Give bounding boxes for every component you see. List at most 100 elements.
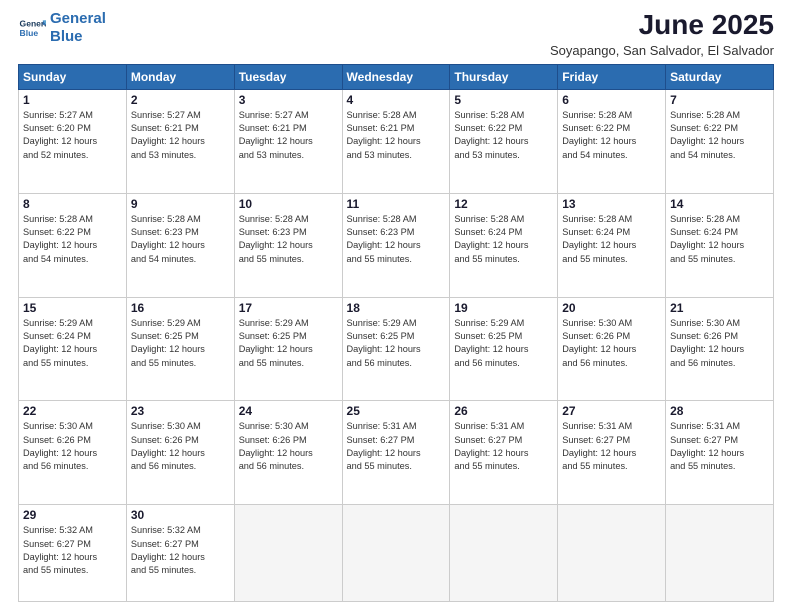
table-row [450, 505, 558, 602]
day-number: 10 [239, 197, 338, 211]
day-number: 23 [131, 404, 230, 418]
day-info: Sunrise: 5:29 AM Sunset: 6:25 PM Dayligh… [347, 317, 446, 370]
day-info: Sunrise: 5:30 AM Sunset: 6:26 PM Dayligh… [670, 317, 769, 370]
day-info: Sunrise: 5:29 AM Sunset: 6:25 PM Dayligh… [239, 317, 338, 370]
table-row: 29 Sunrise: 5:32 AM Sunset: 6:27 PM Dayli… [19, 505, 127, 602]
col-friday: Friday [558, 64, 666, 89]
day-number: 19 [454, 301, 553, 315]
table-row: 10 Sunrise: 5:28 AM Sunset: 6:23 PM Dayli… [234, 193, 342, 297]
day-number: 15 [23, 301, 122, 315]
day-info: Sunrise: 5:28 AM Sunset: 6:23 PM Dayligh… [239, 213, 338, 266]
day-info: Sunrise: 5:28 AM Sunset: 6:22 PM Dayligh… [562, 109, 661, 162]
table-row: 25 Sunrise: 5:31 AM Sunset: 6:27 PM Dayli… [342, 401, 450, 505]
table-row [234, 505, 342, 602]
day-info: Sunrise: 5:28 AM Sunset: 6:23 PM Dayligh… [347, 213, 446, 266]
day-info: Sunrise: 5:28 AM Sunset: 6:24 PM Dayligh… [562, 213, 661, 266]
day-number: 28 [670, 404, 769, 418]
table-row: 17 Sunrise: 5:29 AM Sunset: 6:25 PM Dayli… [234, 297, 342, 401]
calendar-table: Sunday Monday Tuesday Wednesday Thursday… [18, 64, 774, 602]
day-info: Sunrise: 5:28 AM Sunset: 6:22 PM Dayligh… [670, 109, 769, 162]
table-row: 4Sunrise: 5:28 AM Sunset: 6:21 PM Daylig… [342, 89, 450, 193]
table-row: 7Sunrise: 5:28 AM Sunset: 6:22 PM Daylig… [666, 89, 774, 193]
table-row: 6 Sunrise: 5:28 AM Sunset: 6:22 PM Daylig… [558, 89, 666, 193]
day-number: 4 [347, 93, 446, 107]
day-number: 29 [23, 508, 122, 522]
logo: General Blue General Blue [18, 10, 106, 46]
day-number: 6 [562, 93, 661, 107]
col-wednesday: Wednesday [342, 64, 450, 89]
day-number: 30 [131, 508, 230, 522]
day-number: 9 [131, 197, 230, 211]
day-info: Sunrise: 5:30 AM Sunset: 6:26 PM Dayligh… [239, 420, 338, 473]
table-row [342, 505, 450, 602]
table-row: 15 Sunrise: 5:29 AM Sunset: 6:24 PM Dayli… [19, 297, 127, 401]
day-number: 16 [131, 301, 230, 315]
day-number: 18 [347, 301, 446, 315]
table-row: 11Sunrise: 5:28 AM Sunset: 6:23 PM Dayli… [342, 193, 450, 297]
day-number: 17 [239, 301, 338, 315]
table-row: 2 Sunrise: 5:27 AM Sunset: 6:21 PM Daylig… [126, 89, 234, 193]
day-number: 8 [23, 197, 122, 211]
day-number: 14 [670, 197, 769, 211]
day-number: 5 [454, 93, 553, 107]
title-block: June 2025 Soyapango, San Salvador, El Sa… [550, 10, 774, 58]
title-month: June 2025 [550, 10, 774, 41]
logo-icon: General Blue [18, 14, 46, 42]
day-number: 2 [131, 93, 230, 107]
table-row: 27 Sunrise: 5:31 AM Sunset: 6:27 PM Dayli… [558, 401, 666, 505]
col-sunday: Sunday [19, 64, 127, 89]
day-number: 25 [347, 404, 446, 418]
calendar-header-row: Sunday Monday Tuesday Wednesday Thursday… [19, 64, 774, 89]
table-row: 8 Sunrise: 5:28 AM Sunset: 6:22 PM Daylig… [19, 193, 127, 297]
table-row [558, 505, 666, 602]
table-row: 22 Sunrise: 5:30 AM Sunset: 6:26 PM Dayli… [19, 401, 127, 505]
logo-text: General Blue [50, 10, 106, 46]
day-number: 24 [239, 404, 338, 418]
day-number: 21 [670, 301, 769, 315]
day-info: Sunrise: 5:27 AM Sunset: 6:21 PM Dayligh… [239, 109, 338, 162]
col-tuesday: Tuesday [234, 64, 342, 89]
title-location: Soyapango, San Salvador, El Salvador [550, 43, 774, 58]
table-row: 13 Sunrise: 5:28 AM Sunset: 6:24 PM Dayli… [558, 193, 666, 297]
day-info: Sunrise: 5:30 AM Sunset: 6:26 PM Dayligh… [23, 420, 122, 473]
svg-text:General: General [20, 18, 46, 28]
day-info: Sunrise: 5:32 AM Sunset: 6:27 PM Dayligh… [23, 524, 122, 577]
table-row: 16Sunrise: 5:29 AM Sunset: 6:25 PM Dayli… [126, 297, 234, 401]
day-info: Sunrise: 5:28 AM Sunset: 6:24 PM Dayligh… [454, 213, 553, 266]
day-info: Sunrise: 5:31 AM Sunset: 6:27 PM Dayligh… [562, 420, 661, 473]
svg-text:Blue: Blue [20, 28, 39, 38]
table-row: 12 Sunrise: 5:28 AM Sunset: 6:24 PM Dayli… [450, 193, 558, 297]
table-row: 20 Sunrise: 5:30 AM Sunset: 6:26 PM Dayli… [558, 297, 666, 401]
day-info: Sunrise: 5:28 AM Sunset: 6:22 PM Dayligh… [454, 109, 553, 162]
table-row: 1Sunrise: 5:27 AM Sunset: 6:20 PM Daylig… [19, 89, 127, 193]
day-info: Sunrise: 5:29 AM Sunset: 6:25 PM Dayligh… [454, 317, 553, 370]
col-monday: Monday [126, 64, 234, 89]
col-saturday: Saturday [666, 64, 774, 89]
table-row: 21 Sunrise: 5:30 AM Sunset: 6:26 PM Dayli… [666, 297, 774, 401]
day-number: 12 [454, 197, 553, 211]
day-info: Sunrise: 5:28 AM Sunset: 6:24 PM Dayligh… [670, 213, 769, 266]
day-info: Sunrise: 5:31 AM Sunset: 6:27 PM Dayligh… [454, 420, 553, 473]
day-info: Sunrise: 5:28 AM Sunset: 6:22 PM Dayligh… [23, 213, 122, 266]
day-number: 3 [239, 93, 338, 107]
day-info: Sunrise: 5:30 AM Sunset: 6:26 PM Dayligh… [562, 317, 661, 370]
table-row: 24 Sunrise: 5:30 AM Sunset: 6:26 PM Dayli… [234, 401, 342, 505]
day-number: 20 [562, 301, 661, 315]
col-thursday: Thursday [450, 64, 558, 89]
day-info: Sunrise: 5:30 AM Sunset: 6:26 PM Dayligh… [131, 420, 230, 473]
day-number: 22 [23, 404, 122, 418]
table-row [666, 505, 774, 602]
day-info: Sunrise: 5:27 AM Sunset: 6:21 PM Dayligh… [131, 109, 230, 162]
day-info: Sunrise: 5:29 AM Sunset: 6:24 PM Dayligh… [23, 317, 122, 370]
table-row: 3 Sunrise: 5:27 AM Sunset: 6:21 PM Daylig… [234, 89, 342, 193]
day-number: 13 [562, 197, 661, 211]
page: General Blue General Blue June 2025 Soya… [0, 0, 792, 612]
table-row: 19 Sunrise: 5:29 AM Sunset: 6:25 PM Dayli… [450, 297, 558, 401]
table-row: 26Sunrise: 5:31 AM Sunset: 6:27 PM Dayli… [450, 401, 558, 505]
header: General Blue General Blue June 2025 Soya… [18, 10, 774, 58]
table-row: 23 Sunrise: 5:30 AM Sunset: 6:26 PM Dayli… [126, 401, 234, 505]
day-number: 27 [562, 404, 661, 418]
table-row: 5 Sunrise: 5:28 AM Sunset: 6:22 PM Daylig… [450, 89, 558, 193]
day-info: Sunrise: 5:31 AM Sunset: 6:27 PM Dayligh… [347, 420, 446, 473]
day-info: Sunrise: 5:32 AM Sunset: 6:27 PM Dayligh… [131, 524, 230, 577]
